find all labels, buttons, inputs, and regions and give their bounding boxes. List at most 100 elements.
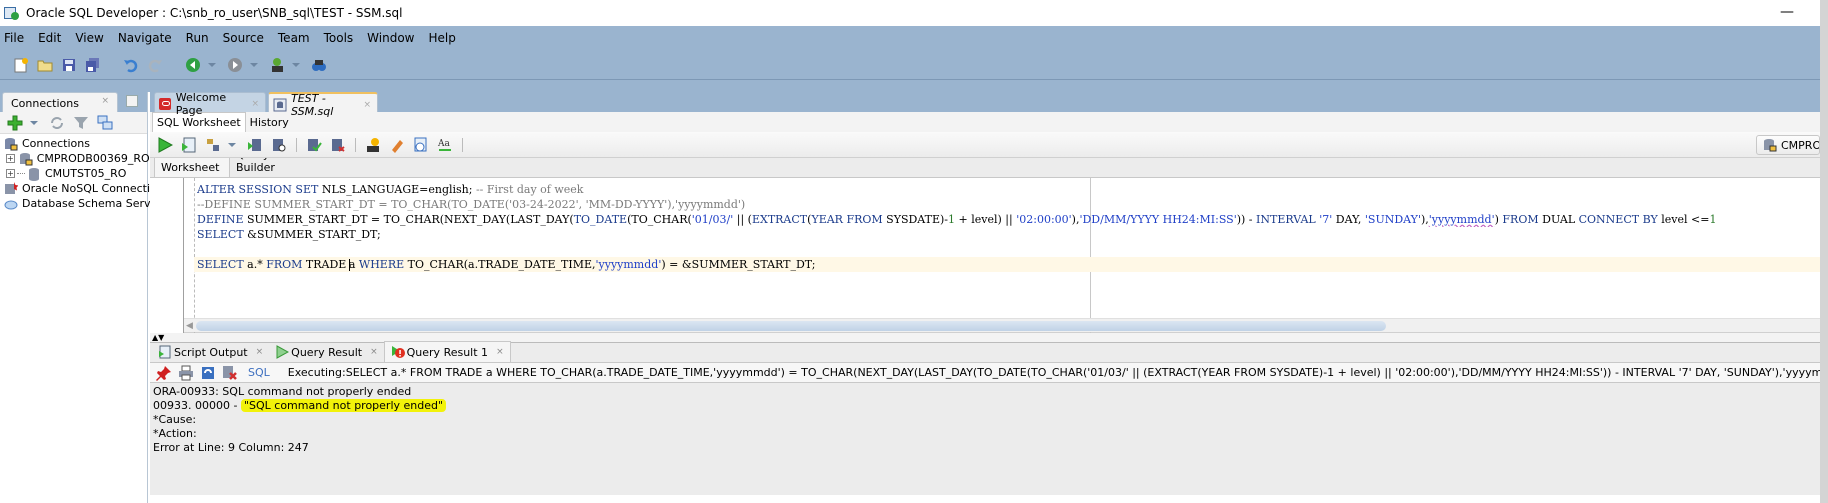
cancel-query-icon[interactable] — [222, 364, 238, 382]
scrollbar-thumb[interactable] — [196, 321, 1386, 331]
autotrace-icon[interactable] — [204, 136, 222, 154]
menu-run[interactable]: Run — [186, 31, 209, 45]
menu-help[interactable]: Help — [429, 31, 456, 45]
window-vertical-scrollbar[interactable] — [1820, 0, 1828, 503]
code-token: SUMMER_START_DT = TO_CHAR(NEXT_DAY(LAST_… — [243, 213, 574, 226]
tree-item[interactable]: Connections — [0, 136, 147, 151]
find-db-object-icon[interactable] — [310, 56, 328, 74]
close-tab-icon[interactable]: × — [370, 347, 378, 357]
expand-icon[interactable]: + — [6, 154, 15, 163]
tree-item[interactable]: Oracle NoSQL Connections — [0, 181, 170, 196]
close-tab-icon[interactable]: × — [256, 347, 264, 357]
add-connection-icon[interactable] — [6, 114, 24, 132]
tree-item[interactable]: Database Schema Service — [0, 196, 166, 211]
menu-navigate[interactable]: Navigate — [118, 31, 172, 45]
code-line[interactable]: SELECT &SUMMER_START_DT; — [197, 227, 1820, 242]
tab-test-ssm-sql[interactable]: TEST - SSM.sql × — [268, 92, 378, 118]
expand-icon[interactable]: + — [6, 169, 15, 178]
sql-worksheet-icon[interactable] — [268, 56, 286, 74]
code-line[interactable]: SELECT a.* FROM TRADE a WHERE TO_CHAR(a.… — [194, 257, 1820, 272]
editor-horizontal-scrollbar[interactable]: ◀ — [184, 318, 1820, 332]
code-token: )) - — [1236, 213, 1257, 226]
back-icon[interactable] — [184, 56, 202, 74]
schema-browser-icon[interactable] — [96, 114, 114, 132]
code-token: DUAL — [1538, 213, 1579, 226]
sql-history-icon[interactable] — [412, 136, 430, 154]
menu-window[interactable]: Window — [367, 31, 414, 45]
explain-plan-icon[interactable] — [246, 136, 264, 154]
error-icon — [391, 345, 405, 359]
tree-item[interactable]: + CMPRODB00369_RO — [0, 151, 150, 166]
refresh-icon[interactable] — [48, 114, 66, 132]
print-icon[interactable] — [178, 364, 194, 382]
connections-tree: Connections + CMPRODB00369_RO + CMUTST05_RO O… — [0, 134, 170, 503]
code-line[interactable]: ALTER SESSION SET NLS_LANGUAGE=english; … — [197, 182, 1820, 197]
sql-link[interactable]: SQL — [248, 366, 270, 379]
subtab-history[interactable]: History — [246, 113, 293, 132]
run-script-icon[interactable] — [180, 136, 198, 154]
code-token: INTERVAL — [1256, 213, 1316, 226]
tree-item[interactable]: + CMUTST05_RO — [0, 166, 147, 181]
menu-tools[interactable]: Tools — [324, 31, 354, 45]
unshared-sql-worksheet-icon[interactable] — [364, 136, 382, 154]
worksheet-mode-tabs: Worksheet Query Builder — [150, 148, 1820, 178]
sql-worksheet-dropdown-icon[interactable] — [292, 62, 300, 67]
menu-team[interactable]: Team — [278, 31, 310, 45]
scroll-left-icon[interactable]: ◀ — [186, 321, 193, 331]
clear-icon[interactable] — [388, 136, 406, 154]
editor-area: Welcome Page × TEST - SSM.sql × SQL Work… — [150, 91, 1820, 503]
code-token: ), — [1420, 213, 1429, 226]
connections-tab[interactable]: Connections × — [2, 92, 118, 112]
menu-source[interactable]: Source — [223, 31, 264, 45]
forward-icon[interactable] — [226, 56, 244, 74]
code-lines[interactable]: ALTER SESSION SET NLS_LANGUAGE=english; … — [194, 182, 1820, 272]
connection-selector-button[interactable]: CMPRODB00369_RO — [1756, 135, 1820, 155]
code-token: TO_DATE — [573, 213, 628, 226]
close-tab-icon[interactable]: × — [496, 347, 504, 357]
code-token: &SUMMER_START_DT; — [243, 228, 381, 241]
code-line[interactable]: DEFINE SUMMER_START_DT = TO_CHAR(NEXT_DA… — [197, 212, 1820, 227]
tab-label: Script Output — [174, 345, 248, 359]
code-line[interactable]: --DEFINE SUMMER_START_DT = TO_CHAR(TO_DA… — [197, 197, 1820, 212]
menu-bar: File Edit View Navigate Run Source Team Tools Wi… — [0, 26, 1820, 50]
pin-icon[interactable] — [156, 364, 172, 382]
commit-icon[interactable] — [305, 136, 323, 154]
connections-folder-icon — [4, 137, 18, 151]
tab-welcome-page[interactable]: Welcome Page × — [154, 91, 266, 117]
code-token: + level) || — [955, 213, 1017, 226]
save-all-icon[interactable] — [84, 56, 102, 74]
filter-icon[interactable] — [72, 114, 90, 132]
minimize-panel-button[interactable] — [126, 95, 138, 107]
close-tab-icon[interactable]: × — [251, 99, 259, 109]
menu-view[interactable]: View — [75, 31, 103, 45]
tree-item-label: Database Schema Service — [22, 197, 167, 210]
tab-query-result-1[interactable]: Query Result 1 × — [383, 341, 511, 362]
sql-editor[interactable]: ALTER SESSION SET NLS_LANGUAGE=english; … — [150, 178, 1820, 333]
forward-dropdown-icon[interactable] — [250, 62, 258, 67]
menu-file[interactable]: File — [4, 31, 24, 45]
close-icon[interactable]: × — [101, 96, 109, 106]
redo-icon[interactable] — [146, 56, 164, 74]
refresh-results-icon[interactable] — [200, 364, 216, 382]
open-folder-icon[interactable] — [36, 56, 54, 74]
undo-icon[interactable] — [122, 56, 140, 74]
tab-script-output[interactable]: Script Output × — [152, 342, 269, 362]
new-file-icon[interactable] — [12, 56, 30, 74]
sql-tuning-advisor-icon[interactable] — [270, 136, 288, 154]
menu-edit[interactable]: Edit — [38, 31, 61, 45]
autotrace-dropdown-icon[interactable] — [228, 142, 236, 147]
tab-query-result[interactable]: Query Result × — [269, 342, 383, 362]
minimize-button[interactable]: — — [1780, 4, 1794, 20]
worksheet-toolbar: Aa CMPRODB00369_RO — [150, 132, 1820, 158]
code-line[interactable] — [197, 242, 1820, 257]
code-token: 'DD/MM/YYYY HH24:MI:SS' — [1079, 213, 1237, 226]
rollback-icon[interactable] — [329, 136, 347, 154]
code-token: '7' — [1319, 213, 1333, 226]
close-tab-icon[interactable]: × — [363, 100, 371, 110]
to-upper-lower-icon[interactable]: Aa — [436, 136, 454, 154]
back-dropdown-icon[interactable] — [208, 62, 216, 67]
tab-worksheet[interactable]: Worksheet — [154, 157, 230, 177]
save-icon[interactable] — [60, 56, 78, 74]
add-connection-dropdown-icon[interactable] — [30, 120, 38, 125]
run-statement-icon[interactable] — [156, 136, 174, 154]
